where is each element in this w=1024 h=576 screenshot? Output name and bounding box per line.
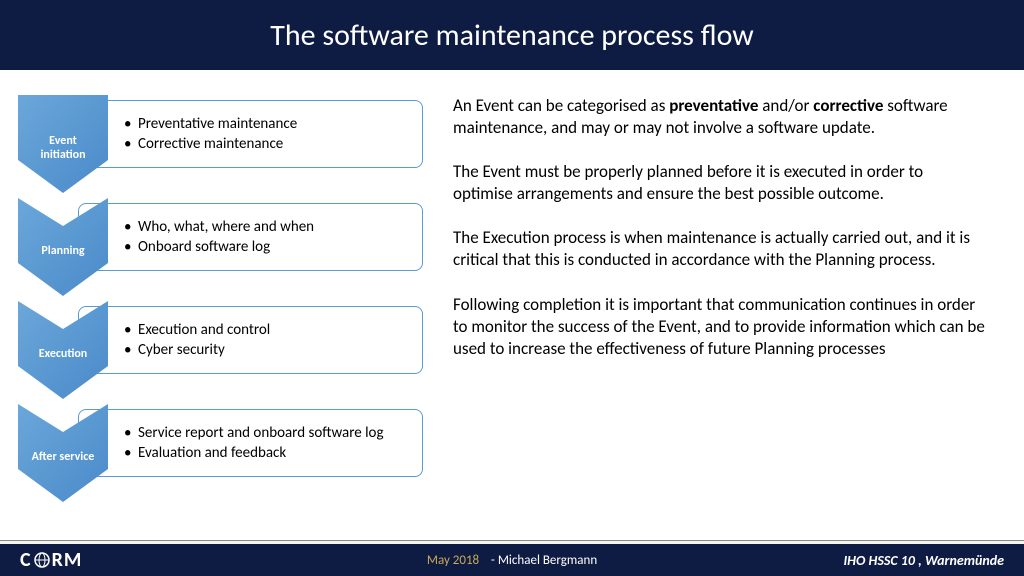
footer-author: - Michael Bergmann: [491, 553, 597, 568]
description-paragraph: The Execution process is when maintenanc…: [453, 227, 986, 271]
slide-footer: C RM May 2018 - Michael Bergmann IHO HSS…: [0, 541, 1024, 576]
footer-center: May 2018 - Michael Bergmann: [427, 553, 597, 568]
description-paragraph: The Event must be properly planned befor…: [453, 161, 986, 205]
description-paragraph: An Event can be categorised as preventat…: [453, 95, 986, 139]
chevron-shape: Execution: [18, 301, 108, 391]
chevron-shape: Event initiation: [18, 95, 108, 185]
slide-title: The software maintenance process flow: [270, 17, 753, 54]
description-paragraph: Following completion it is important tha…: [453, 294, 986, 360]
step-label: Execution: [39, 347, 88, 361]
step-label: Planning: [41, 244, 84, 258]
process-step: Who, what, where and whenOnboard softwar…: [18, 198, 423, 288]
step-bullet: Who, what, where and when: [124, 217, 410, 237]
process-step: Service report and onboard software logE…: [18, 404, 423, 494]
chevron-shape: After service: [18, 404, 108, 494]
slide-header: The software maintenance process flow: [0, 0, 1024, 70]
step-bullet: Corrective maintenance: [124, 134, 410, 154]
process-step: Preventative maintenanceCorrective maint…: [18, 95, 423, 185]
globe-icon: [33, 551, 51, 569]
cirm-logo: C RM: [20, 548, 82, 572]
process-flow-column: Preventative maintenanceCorrective maint…: [18, 95, 423, 520]
step-detail-box: Service report and onboard software logE…: [78, 409, 423, 477]
chevron-shape: Planning: [18, 198, 108, 288]
step-label: After service: [32, 450, 95, 464]
footer-right: IHO HSSC 10 , Warnemünde: [843, 552, 1004, 569]
process-step: Execution and controlCyber security Exec…: [18, 301, 423, 391]
step-detail-box: Execution and controlCyber security: [78, 306, 423, 374]
step-bullet: Execution and control: [124, 320, 410, 340]
slide-content: Preventative maintenanceCorrective maint…: [0, 70, 1024, 520]
step-detail-box: Who, what, where and whenOnboard softwar…: [78, 203, 423, 271]
step-bullet: Onboard software log: [124, 237, 410, 257]
step-bullet: Evaluation and feedback: [124, 443, 410, 463]
step-bullet: Cyber security: [124, 340, 410, 360]
description-column: An Event can be categorised as preventat…: [453, 95, 1006, 520]
logo-text-right: RM: [52, 548, 83, 572]
step-bullet: Service report and onboard software log: [124, 423, 410, 443]
step-bullet: Preventative maintenance: [124, 114, 410, 134]
step-detail-box: Preventative maintenanceCorrective maint…: [78, 100, 423, 168]
step-label: Event initiation: [40, 134, 85, 163]
logo-text-left: C: [20, 548, 32, 572]
footer-date: May 2018: [427, 553, 479, 568]
